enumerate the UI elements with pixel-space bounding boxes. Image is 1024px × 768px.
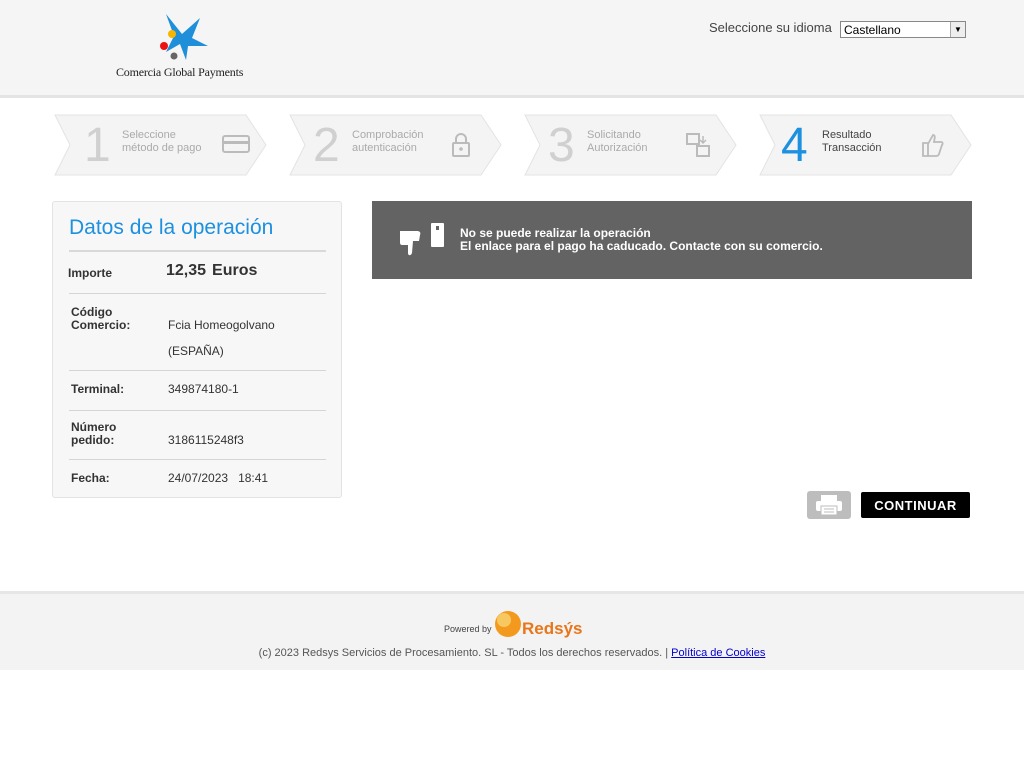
fecha-label: Fecha: — [71, 471, 110, 485]
header: Comercia Global Payments Seleccione su i… — [0, 0, 1024, 98]
step-2: 2 Comprobación autenticación — [289, 114, 503, 176]
step-label: Solicitando Autorización — [587, 129, 648, 154]
importe-value: 12,35 Euros — [166, 262, 258, 279]
step-3: 3 Solicitando Autorización — [524, 114, 738, 176]
chevron-down-icon[interactable]: ▼ — [950, 22, 965, 37]
error-title: No se puede realizar la operación — [460, 226, 651, 240]
divider — [69, 370, 326, 371]
numero-pedido-label: Número pedido: — [71, 420, 117, 447]
footer: Powered by Redsýs (c) 2023 Redsys Servic… — [0, 591, 1024, 670]
operation-panel: Datos de la operación Importe 12,35 Euros… — [52, 201, 342, 498]
step-number: 1 — [84, 119, 111, 172]
thumbs-up-icon — [922, 134, 944, 157]
codigo-comercio-label: Código Comercio: — [71, 305, 131, 332]
progress-steps: 1 Seleccione método de pago 2 Comprobació… — [0, 114, 1024, 176]
step-number: 2 — [313, 119, 340, 172]
language-select[interactable]: Castellano ▼ — [840, 21, 966, 38]
divider — [69, 250, 326, 252]
redsys-logo-icon — [495, 611, 521, 637]
divider — [69, 459, 326, 460]
codigo-comercio-value: Fcia Homeogolvano (ESPAÑA) — [168, 318, 275, 358]
powered-by-label: Powered by — [444, 624, 492, 634]
step-label: Seleccione método de pago — [122, 129, 202, 154]
thumbs-down-icon — [400, 223, 444, 256]
terminal-value: 349874180-1 — [168, 382, 239, 396]
logo-text: Comercia Global Payments — [116, 65, 244, 79]
step-4: 4 Resultado Transacción — [759, 114, 973, 176]
divider — [69, 410, 326, 411]
importe-label: Importe — [68, 266, 113, 280]
step-number: 3 — [548, 119, 575, 172]
panel-title: Datos de la operación — [69, 216, 274, 239]
card-icon — [222, 135, 250, 153]
comercia-logo[interactable]: Comercia Global Payments — [112, 12, 257, 82]
step-label: Resultado Transacción — [822, 129, 882, 154]
star-logo-icon — [160, 14, 208, 60]
step-label: Comprobación autenticación — [352, 129, 424, 154]
cookies-policy-link[interactable]: Política de Cookies — [671, 647, 765, 659]
numero-pedido-value: 3186115248f3 — [168, 433, 244, 447]
redsys-brand: Redsýs — [522, 619, 583, 638]
step-1: 1 Seleccione método de pago — [54, 114, 268, 176]
fecha-value: 24/07/2023 18:41 — [168, 471, 269, 485]
continue-button[interactable]: CONTINUAR — [861, 492, 970, 518]
printer-icon — [816, 495, 842, 516]
terminal-label: Terminal: — [71, 382, 125, 396]
divider — [69, 293, 326, 294]
language-selected-value: Castellano — [844, 23, 901, 37]
print-button[interactable] — [807, 491, 851, 519]
copyright-text: (c) 2023 Redsys Servicios de Procesamien… — [258, 647, 766, 659]
error-detail: El enlace para el pago ha caducado. Cont… — [460, 239, 823, 253]
lock-icon — [452, 133, 470, 157]
error-message-box: No se puede realizar la operación El enl… — [372, 201, 972, 279]
transfer-icon — [686, 133, 710, 157]
step-number: 4 — [781, 119, 808, 172]
language-label: Seleccione su idioma — [709, 20, 832, 35]
